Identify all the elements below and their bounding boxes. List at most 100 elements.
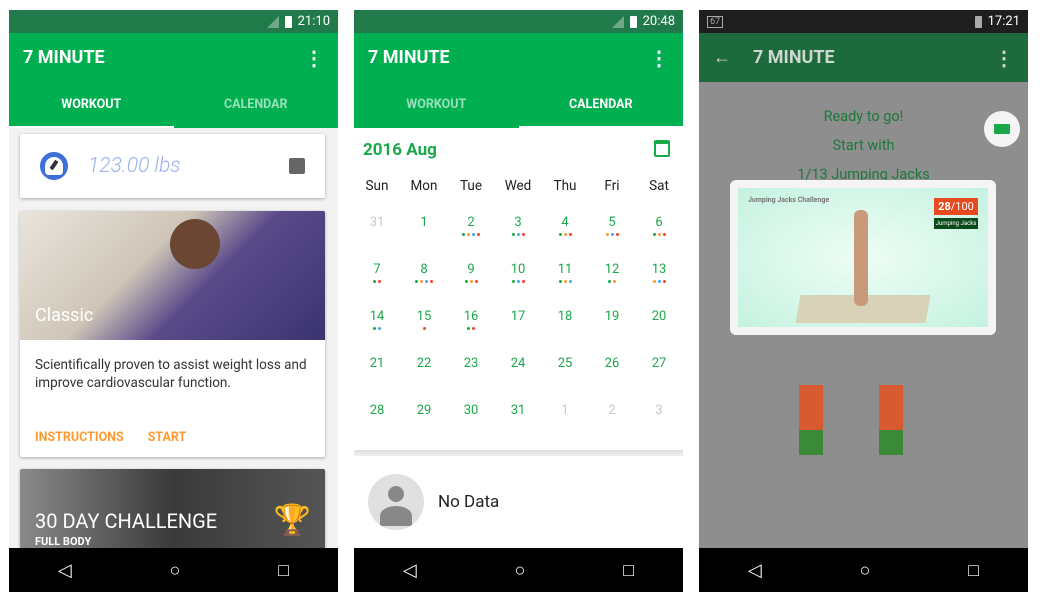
classic-card[interactable]: Classic Scientifically proven to assist … (20, 211, 325, 457)
back-arrow-icon[interactable]: ← (713, 47, 731, 68)
calendar-day[interactable]: 1 (542, 403, 588, 421)
day-number: 18 (557, 309, 573, 324)
workout-dot (420, 280, 423, 283)
calendar-day[interactable]: 29 (401, 403, 447, 421)
calendar-day[interactable]: 14 (354, 309, 400, 330)
recents-nav-icon[interactable]: □ (968, 560, 979, 581)
instructions-button[interactable]: INSTRUCTIONS (35, 430, 124, 445)
calendar-day[interactable]: 19 (589, 309, 635, 327)
calendar-day[interactable]: 4 (542, 215, 588, 236)
battery-icon (974, 15, 982, 28)
workout-dot (472, 233, 475, 236)
workout-dot (657, 233, 661, 236)
calendar-day[interactable]: 11 (542, 262, 588, 283)
day-number: 14 (369, 309, 385, 324)
workout-dot (511, 280, 515, 283)
more-icon[interactable]: ⋮ (649, 48, 669, 68)
weight-card[interactable]: 123.00 lbs (20, 134, 325, 198)
calendar-day[interactable]: 1 (401, 215, 447, 233)
day-number: 11 (557, 262, 573, 277)
tab-workout[interactable]: WORKOUT (9, 82, 174, 128)
calendar-day[interactable]: 9 (448, 262, 494, 283)
day-number: 5 (608, 215, 616, 230)
signal-icon (611, 15, 624, 28)
day-number: 31 (369, 215, 385, 230)
video-button[interactable] (984, 111, 1020, 147)
back-nav-icon[interactable]: ◁ (403, 560, 417, 581)
calendar-day[interactable]: 28 (354, 403, 400, 421)
calendar-day[interactable]: 25 (542, 356, 588, 374)
status-bar: 67 17:21 (699, 10, 1028, 33)
nav-bar: ◁ ○ □ (9, 548, 338, 592)
more-icon[interactable]: ⋮ (994, 48, 1014, 68)
day-number: 6 (655, 215, 663, 230)
workout-dot (516, 280, 520, 283)
challenge-card[interactable]: 30 DAY CHALLENGE FULL BODY 🏆 (20, 469, 325, 559)
workout-dot (521, 280, 525, 283)
home-nav-icon[interactable]: ○ (515, 560, 526, 581)
calendar-day[interactable]: 26 (589, 356, 635, 374)
tab-calendar[interactable]: CALENDAR (174, 82, 339, 128)
recents-nav-icon[interactable]: □ (278, 560, 289, 581)
calendar-icon[interactable] (654, 140, 670, 157)
back-nav-icon[interactable]: ◁ (748, 560, 762, 581)
video-exercise-label: Jumping Jacks (934, 218, 978, 229)
calendar-day[interactable]: 3 (495, 215, 541, 236)
calendar-day[interactable]: 12 (589, 262, 635, 283)
calendar-day[interactable]: 10 (495, 262, 541, 283)
calendar-day[interactable]: 23 (448, 356, 494, 374)
app-bar: 7 MINUTE ⋮ (9, 33, 338, 82)
day-number: 4 (561, 215, 569, 230)
classic-image: Classic (20, 211, 325, 340)
calendar-day[interactable]: 17 (495, 309, 541, 327)
calendar-day[interactable]: 7 (354, 262, 400, 283)
calendar-day[interactable]: 2 (448, 215, 494, 236)
classic-description: Scientifically proven to assist weight l… (35, 357, 307, 391)
exercise-illustration (799, 385, 823, 455)
more-icon[interactable]: ⋮ (304, 48, 324, 68)
calendar-day[interactable]: 8 (401, 262, 447, 283)
workout-dot (467, 327, 470, 330)
app-bar: 7 MINUTE ⋮ (354, 33, 683, 82)
month-title: 2016 Aug (363, 140, 437, 160)
day-number: 23 (463, 356, 479, 371)
start-button[interactable]: START (148, 430, 187, 445)
home-nav-icon[interactable]: ○ (170, 560, 181, 581)
day-number: 1 (561, 403, 569, 418)
workout-dot (521, 233, 525, 236)
day-number: 13 (651, 262, 667, 277)
recents-nav-icon[interactable]: □ (623, 560, 634, 581)
weekday-header: Tue (459, 178, 483, 194)
chart-icon[interactable] (289, 158, 305, 174)
day-number: 24 (510, 356, 526, 371)
tab-calendar[interactable]: CALENDAR (518, 82, 683, 128)
calendar-day[interactable]: 18 (542, 309, 588, 327)
calendar-day[interactable]: 15 (401, 309, 447, 330)
weekday-header: Fri (604, 178, 620, 194)
app-bar: ← 7 MINUTE ⋮ (699, 33, 1028, 82)
calendar-day[interactable]: 3 (636, 403, 682, 421)
calendar-day[interactable]: 24 (495, 356, 541, 374)
workout-dot (558, 280, 562, 283)
calendar-day-selected[interactable]: 16 (448, 295, 494, 337)
calendar-day[interactable]: 27 (636, 356, 682, 374)
video-preview[interactable]: Jumping Jacks Challenge 28/100 Jumping J… (730, 180, 996, 335)
calendar-day[interactable]: 2 (589, 403, 635, 421)
calendar-day[interactable]: 30 (448, 403, 494, 421)
calendar-day[interactable]: 5 (589, 215, 635, 236)
home-nav-icon[interactable]: ○ (860, 560, 871, 581)
calendar-day[interactable]: 31 (354, 215, 400, 233)
workout-dot (558, 233, 562, 236)
calendar-day[interactable]: 31 (495, 403, 541, 421)
back-nav-icon[interactable]: ◁ (58, 560, 72, 581)
calendar-day[interactable]: 21 (354, 356, 400, 374)
day-number: 9 (467, 262, 475, 277)
calendar-day[interactable]: 13 (636, 262, 682, 283)
trophy-icon: 🏆 (273, 503, 311, 538)
workout-dot (613, 280, 616, 283)
calendar-day[interactable]: 22 (401, 356, 447, 374)
tab-workout[interactable]: WORKOUT (354, 82, 519, 128)
calendar-day[interactable]: 20 (636, 309, 682, 327)
day-number: 22 (416, 356, 432, 371)
calendar-day[interactable]: 6 (636, 215, 682, 236)
